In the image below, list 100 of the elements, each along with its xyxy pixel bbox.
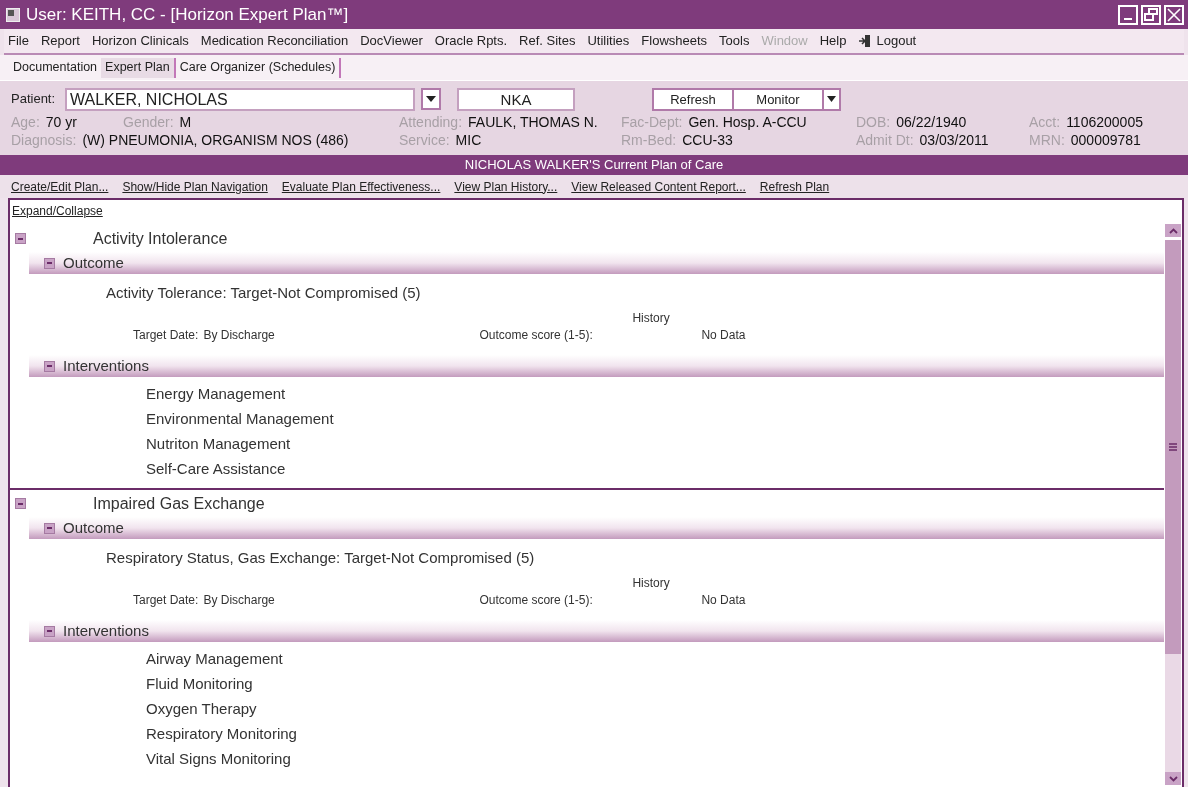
target-date-value: By Discharge <box>203 591 276 609</box>
field-label: MRN: <box>1029 130 1065 150</box>
outcome-name: Activity Tolerance: Target-Not Compromised (5) <box>106 283 422 303</box>
menu-item[interactable]: Medication Reconciliation <box>200 31 349 51</box>
field-label: Gender: <box>123 112 174 132</box>
section-title: Interventions <box>63 620 149 641</box>
grip-icon <box>1169 443 1177 451</box>
field-label: Fac-Dept: <box>621 112 683 132</box>
outcome-score-value: No Data <box>701 326 746 344</box>
action-link[interactable]: Evaluate Plan Effectiveness... <box>281 177 441 196</box>
action-link[interactable]: View Plan History... <box>454 177 558 196</box>
field-value: 70 yr <box>45 112 77 132</box>
target-date-label: Target Date: <box>133 591 199 609</box>
menu-item[interactable]: Utilities <box>587 31 630 51</box>
intervention-item[interactable]: Vital Signs Monitoring <box>146 746 1164 771</box>
section-header-bar[interactable]: Interventions <box>29 620 1164 642</box>
section-title: Outcome <box>63 517 124 538</box>
collapse-icon[interactable] <box>44 360 55 372</box>
field-value: 1106200005 <box>1066 112 1143 132</box>
collapse-icon[interactable] <box>15 233 26 244</box>
field-label: Attending: <box>399 112 463 132</box>
scroll-up-button[interactable] <box>1165 224 1181 237</box>
intervention-item[interactable]: Environmental Management <box>146 406 1164 431</box>
field-value: 000009781 <box>1070 130 1141 150</box>
chevron-up-icon <box>1168 227 1178 234</box>
door-exit-icon <box>858 34 873 48</box>
field-value: FAULK, THOMAS N. <box>468 112 598 132</box>
field-label: Service: <box>399 130 450 150</box>
field-label: Acct: <box>1029 112 1061 132</box>
section-title: Outcome <box>63 252 124 273</box>
app-icon <box>6 7 20 22</box>
monitor-button[interactable]: Monitor <box>734 89 822 109</box>
tab[interactable]: Care Organizer (Schedules) <box>175 57 342 78</box>
field-value: 06/22/1940 <box>896 112 967 132</box>
menu-item[interactable]: Ref. Sites <box>519 31 576 51</box>
field-value: Gen. Hosp. A-CCU <box>688 112 807 132</box>
menu-item[interactable]: Tools <box>719 31 750 51</box>
tab[interactable]: Documentation <box>9 57 102 78</box>
problem-title: Activity Intolerance <box>93 228 228 249</box>
action-link[interactable]: View Released Content Report... <box>571 177 746 196</box>
chevron-down-icon <box>1168 775 1178 782</box>
outcome-score-value: No Data <box>701 591 746 609</box>
menu-item[interactable]: Logout <box>858 31 917 51</box>
outcome-score-label: Outcome score (1-5): <box>479 326 594 344</box>
history-link[interactable]: History <box>632 573 702 592</box>
menu-item[interactable]: Flowsheets <box>641 31 708 51</box>
field-label: DOB: <box>856 112 891 132</box>
menu-item[interactable]: Horizon Clinicals <box>92 31 189 51</box>
intervention-item[interactable]: Respiratory Monitoring <box>146 721 1164 746</box>
close-icon[interactable] <box>1164 4 1184 25</box>
intervention-item[interactable]: Oxygen Therapy <box>146 696 1164 721</box>
expand-collapse-link[interactable]: Expand/Collapse <box>12 202 103 220</box>
section-title: Interventions <box>63 355 149 376</box>
intervention-item[interactable]: Airway Management <box>146 646 1164 671</box>
tab[interactable]: Expert Plan <box>101 57 176 78</box>
field-value: CCU-33 <box>682 130 733 150</box>
section-header-bar[interactable]: Outcome <box>29 252 1164 274</box>
outcome-name: Respiratory Status, Gas Exchange: Target-Not Compromised (5) <box>106 548 536 568</box>
refresh-button[interactable]: Refresh <box>654 89 732 109</box>
menu-item[interactable]: DocViewer <box>360 31 423 51</box>
dropdown-button[interactable] <box>421 88 441 110</box>
section-header-bar[interactable]: Outcome <box>29 517 1164 539</box>
field-value: (W) PNEUMONIA, ORGANISM NOS (486) <box>82 130 349 150</box>
scroll-thumb[interactable] <box>1165 240 1181 654</box>
menu-item[interactable]: File <box>8 31 29 51</box>
collapse-icon[interactable] <box>44 625 55 637</box>
allergy-field: NKA <box>457 87 575 111</box>
history-link[interactable]: History <box>632 308 702 327</box>
collapse-icon[interactable] <box>44 257 55 269</box>
field-label: Age: <box>11 112 40 132</box>
intervention-item[interactable]: Self-Care Assistance <box>146 456 1164 481</box>
monitor-dropdown-button[interactable] <box>824 89 839 109</box>
action-link[interactable]: Show/Hide Plan Navigation <box>122 177 268 196</box>
menu-item[interactable]: Report <box>40 31 80 51</box>
collapse-icon[interactable] <box>15 498 26 509</box>
field-label: Rm-Bed: <box>621 130 677 150</box>
section-header-bar[interactable]: Interventions <box>29 355 1164 377</box>
caret-icon <box>827 96 836 102</box>
intervention-item[interactable]: Energy Management <box>146 381 1164 406</box>
field-label: Admit Dt: <box>856 130 914 150</box>
field-value: 03/03/2011 <box>919 130 989 150</box>
minimize-icon[interactable] <box>1118 4 1138 25</box>
patient-name-field[interactable]: WALKER, NICHOLAS <box>65 87 415 111</box>
field-value: M <box>179 112 192 132</box>
menu-item[interactable]: Help <box>819 31 847 51</box>
problem-title: Impaired Gas Exchange <box>93 493 265 514</box>
action-link[interactable]: Refresh Plan <box>759 177 830 196</box>
patient-label: Patient: <box>11 90 57 109</box>
scroll-down-button[interactable] <box>1165 772 1181 785</box>
action-link[interactable]: Create/Edit Plan... <box>11 177 109 196</box>
outcome-score-label: Outcome score (1-5): <box>479 591 594 609</box>
target-date-value: By Discharge <box>203 326 276 344</box>
menu-item[interactable]: Oracle Rpts. <box>434 31 508 51</box>
intervention-item[interactable]: Nutriton Management <box>146 431 1164 456</box>
field-label: Diagnosis: <box>11 130 77 150</box>
field-value: MIC <box>455 130 482 150</box>
target-date-label: Target Date: <box>133 326 199 344</box>
collapse-icon[interactable] <box>44 522 55 534</box>
restore-icon[interactable] <box>1141 4 1161 25</box>
intervention-item[interactable]: Fluid Monitoring <box>146 671 1164 696</box>
